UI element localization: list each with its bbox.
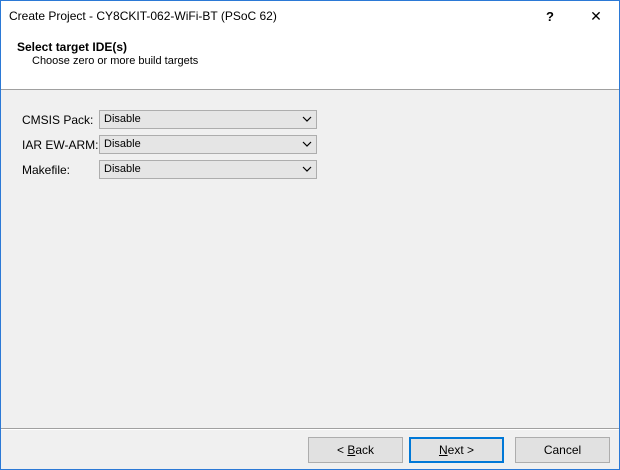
makefile-value: Disable [104, 163, 141, 175]
page-title: Select target IDE(s) [17, 40, 128, 54]
page-subtitle: Choose zero or more build targets [32, 55, 199, 67]
cancel-button[interactable]: Cancel [515, 437, 610, 463]
makefile-select[interactable]: Disable [99, 160, 317, 179]
cancel-button-label: Cancel [543, 443, 582, 457]
help-button[interactable]: ? [527, 1, 573, 32]
title-bar[interactable]: Create Project - CY8CKIT-062-WiFi-BT (PS… [1, 1, 619, 32]
next-button-label: Next > [438, 443, 475, 457]
close-icon: ✕ [590, 8, 602, 24]
iar-ew-arm-select[interactable]: Disable [99, 135, 317, 154]
back-button[interactable]: < Back [308, 437, 403, 463]
chevron-down-icon [302, 116, 312, 122]
chevron-down-icon [302, 141, 312, 147]
next-button[interactable]: Next > [409, 437, 504, 463]
iar-ew-arm-value: Disable [104, 138, 141, 150]
footer-divider [1, 428, 619, 430]
window-title: Create Project - CY8CKIT-062-WiFi-BT (PS… [9, 9, 277, 23]
close-button[interactable]: ✕ [573, 1, 619, 32]
wizard-header: Select target IDE(s) Choose zero or more… [1, 32, 619, 90]
back-button-label: < Back [336, 443, 375, 457]
help-icon: ? [546, 9, 554, 24]
chevron-down-icon [302, 166, 312, 172]
makefile-label: Makefile: [22, 163, 71, 177]
create-project-dialog: Create Project - CY8CKIT-062-WiFi-BT (PS… [0, 0, 620, 470]
cmsis-pack-value: Disable [104, 113, 141, 125]
iar-ew-arm-label: IAR EW-ARM: [22, 138, 99, 152]
cmsis-pack-select[interactable]: Disable [99, 110, 317, 129]
cmsis-pack-label: CMSIS Pack: [22, 113, 94, 127]
